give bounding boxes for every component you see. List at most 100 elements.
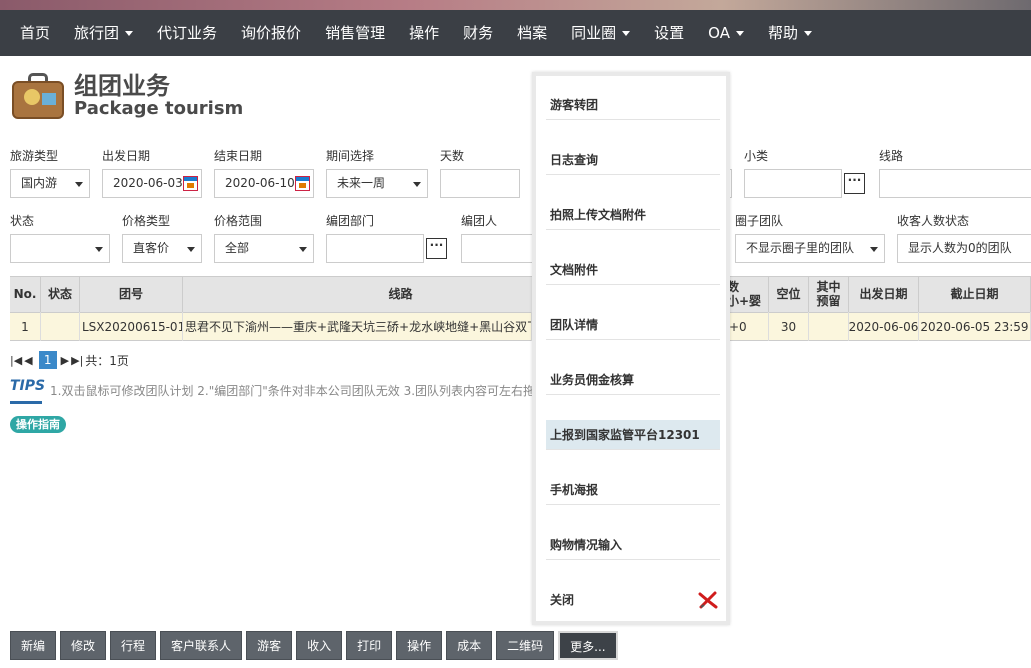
period-label: 期间选择 — [326, 149, 375, 163]
cell-no: 1 — [10, 312, 41, 341]
nav-settings[interactable]: 设置 — [642, 10, 696, 56]
dept-label: 编团部门 — [326, 214, 375, 228]
cell-reserved — [809, 312, 849, 341]
nav-home[interactable]: 首页 — [8, 10, 62, 56]
dept-input[interactable] — [326, 234, 424, 263]
end-date-label: 结束日期 — [214, 149, 263, 163]
menu-close-label: 关闭 — [550, 593, 575, 607]
page-title: 组团业务 — [74, 72, 170, 100]
prev-page-icon[interactable]: ◀ — [24, 354, 32, 367]
chevron-down-icon — [187, 247, 195, 252]
nav-quote[interactable]: 询价报价 — [229, 10, 313, 56]
menu-transfer-group[interactable]: 游客转团 — [546, 90, 720, 120]
col-status[interactable]: 状态 — [41, 276, 80, 312]
nav-oa[interactable]: OA — [696, 10, 756, 56]
cell-depart: 2020-06-06 — [849, 312, 919, 341]
menu-close[interactable]: 关闭 — [546, 585, 720, 615]
col-vacancy[interactable]: 空位 — [769, 276, 809, 312]
subclass-input[interactable] — [744, 169, 842, 198]
more-button[interactable]: 更多... — [558, 631, 618, 660]
chevron-down-icon — [870, 247, 878, 252]
chevron-down-icon — [299, 247, 307, 252]
count-status-select[interactable]: 显示人数为0的团队 — [897, 234, 1031, 263]
cell-deadline: 2020-06-05 23:59 — [919, 312, 1031, 341]
last-page-icon[interactable]: ▶| — [71, 354, 83, 367]
operation-button[interactable]: 操作 — [396, 631, 443, 660]
menu-log-query[interactable]: 日志查询 — [546, 145, 720, 175]
suitcase-icon — [10, 71, 66, 121]
start-date-input[interactable]: 2020-06-03 — [102, 169, 202, 198]
col-deadline[interactable]: 截止日期 — [919, 276, 1031, 312]
edit-button[interactable]: 修改 — [60, 631, 107, 660]
price-range-select[interactable]: 全部 — [214, 234, 314, 263]
menu-photo-upload[interactable]: 拍照上传文档附件 — [546, 200, 720, 230]
more-icon[interactable]: ··· — [844, 173, 865, 194]
status-select[interactable] — [10, 234, 110, 263]
caret-down-icon — [803, 31, 812, 36]
price-type-label: 价格类型 — [122, 214, 171, 228]
col-count[interactable]: 数小+婴 — [727, 276, 769, 312]
menu-report-12301[interactable]: 上报到国家监管平台12301 — [546, 420, 720, 450]
print-button[interactable]: 打印 — [346, 631, 393, 660]
chevron-down-icon — [75, 182, 83, 187]
page-total: 共：1页 — [85, 353, 129, 368]
cell-route: 思君不见下渝州——重庆+武隆天坑三硚+龙水峡地缝+黑山谷双飞 — [183, 312, 532, 341]
status-label: 状态 — [10, 214, 35, 228]
menu-attachments[interactable]: 文档附件 — [546, 255, 720, 285]
menu-team-detail[interactable]: 团队详情 — [546, 310, 720, 340]
tips-icon: TIPS — [10, 378, 45, 404]
col-no[interactable]: No. — [10, 276, 41, 312]
tourists-button[interactable]: 游客 — [246, 631, 293, 660]
close-icon[interactable] — [698, 591, 718, 609]
pager: |◀ ◀ 1 ▶ ▶| 共：1页 — [10, 350, 129, 370]
nav-peer-circle[interactable]: 同业圈 — [559, 10, 642, 56]
nav-sales[interactable]: 销售管理 — [313, 10, 397, 56]
cell-status — [41, 312, 80, 341]
cost-button[interactable]: 成本 — [446, 631, 493, 660]
creator-input[interactable] — [461, 234, 533, 263]
end-date-input[interactable]: 2020-06-10 — [214, 169, 314, 198]
count-status-label: 收客人数状态 — [897, 214, 970, 228]
nav-booking[interactable]: 代订业务 — [145, 10, 229, 56]
contacts-button[interactable]: 客户联系人 — [160, 631, 243, 660]
main-nav: 首页 旅行团 代订业务 询价报价 销售管理 操作 财务 档案 同业圈 设置 OA… — [0, 10, 1031, 56]
chevron-down-icon — [413, 182, 421, 187]
income-button[interactable]: 收入 — [296, 631, 343, 660]
bottom-toolbar: 新编 修改 行程 客户联系人 游客 收入 打印 操作 成本 二维码 更多... — [10, 631, 622, 660]
calendar-icon[interactable] — [295, 176, 310, 191]
nav-archive[interactable]: 档案 — [505, 10, 559, 56]
nav-finance[interactable]: 财务 — [451, 10, 505, 56]
new-button[interactable]: 新编 — [10, 631, 57, 660]
calendar-icon[interactable] — [183, 176, 198, 191]
menu-mobile-poster[interactable]: 手机海报 — [546, 475, 720, 505]
caret-down-icon — [735, 31, 744, 36]
nav-help[interactable]: 帮助 — [756, 10, 824, 56]
col-code[interactable]: 团号 — [80, 276, 183, 312]
guide-button[interactable]: 操作指南 — [10, 416, 66, 433]
route-input[interactable] — [879, 169, 1031, 198]
col-reserved[interactable]: 其中 预留 — [809, 276, 849, 312]
cell-vacancy: 30 — [769, 312, 809, 341]
price-type-select[interactable]: 直客价 — [122, 234, 202, 263]
qrcode-button[interactable]: 二维码 — [496, 631, 555, 660]
circle-select[interactable]: 不显示圈子里的团队 — [735, 234, 885, 263]
days-input[interactable] — [440, 169, 520, 198]
nav-operation[interactable]: 操作 — [397, 10, 451, 56]
col-depart[interactable]: 出发日期 — [849, 276, 919, 312]
nav-tour-group[interactable]: 旅行团 — [62, 10, 145, 56]
page-header: 组团业务 Package tourism — [10, 70, 243, 122]
itinerary-button[interactable]: 行程 — [110, 631, 157, 660]
current-page[interactable]: 1 — [38, 351, 57, 369]
period-select[interactable]: 未来一周 — [326, 169, 428, 198]
next-page-icon[interactable]: ▶ — [61, 354, 69, 367]
more-icon[interactable]: ··· — [426, 238, 447, 259]
first-page-icon[interactable]: |◀ — [10, 354, 22, 367]
tour-type-select[interactable]: 国内游 — [10, 169, 90, 198]
start-date-label: 出发日期 — [102, 149, 151, 163]
caret-down-icon — [125, 31, 134, 36]
more-menu: 游客转团 日志查询 拍照上传文档附件 文档附件 团队详情 业务员佣金核算 上报到… — [532, 72, 730, 625]
caret-down-icon — [622, 31, 631, 36]
menu-commission[interactable]: 业务员佣金核算 — [546, 365, 720, 395]
menu-shopping-input[interactable]: 购物情况输入 — [546, 530, 720, 560]
page-subtitle: Package tourism — [74, 98, 244, 119]
